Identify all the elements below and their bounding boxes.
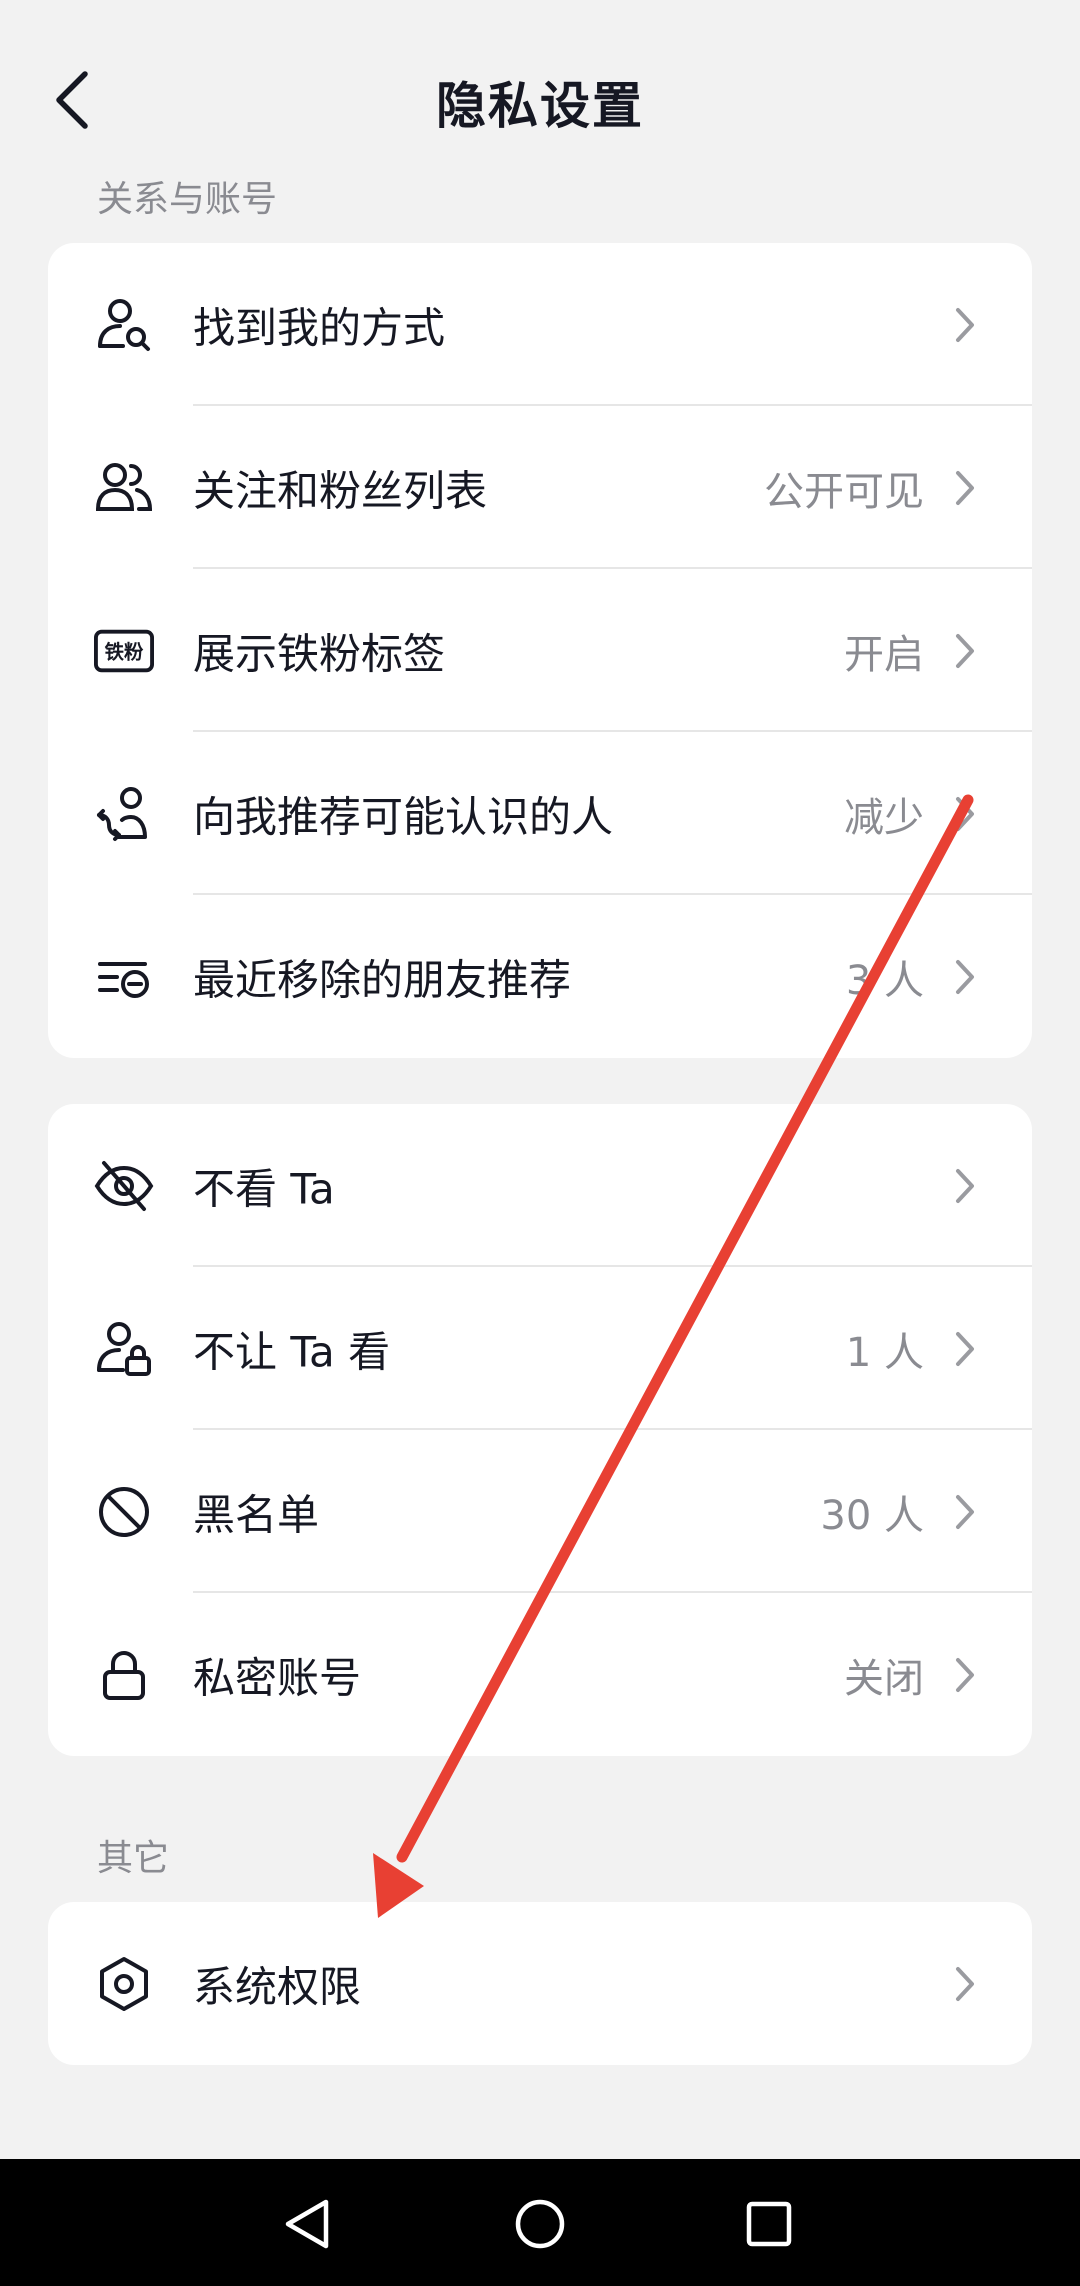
chevron-right-icon [950,1164,980,1208]
removed-list-icon [94,947,154,1007]
hexagon-gear-icon [94,1954,154,2014]
row-follow-fans-list[interactable]: 关注和粉丝列表 公开可见 [48,406,1032,569]
chevron-right-icon [950,1490,980,1534]
row-label: 私密账号 [193,1653,362,1702]
row-iron-fan-badge[interactable]: 铁粉 展示铁粉标签 开启 [48,569,1032,732]
row-dont-see-ta[interactable]: 不看 Ta [48,1104,1032,1267]
row-system-permissions[interactable]: 系统权限 [48,1902,1032,2065]
person-recommend-icon [94,784,154,844]
chevron-right-icon [950,303,980,347]
settings-card-visibility: 不看 Ta 不让 Ta 看 1 人 黑名单 30 人 私密账号 关闭 [48,1104,1032,1756]
section-label-relations: 关系与账号 [97,179,278,220]
triangle-back-icon [285,2199,329,2249]
circle-home-icon [515,2199,565,2249]
chevron-right-icon [950,955,980,999]
row-label: 找到我的方式 [193,303,446,352]
row-recommend-people[interactable]: 向我推荐可能认识的人 减少 [48,732,1032,895]
settings-card-other: 系统权限 [48,1902,1032,2065]
page-title: 隐私设置 [436,77,644,135]
svg-text:铁粉: 铁粉 [105,640,144,663]
block-icon [94,1482,154,1542]
row-label: 不看 Ta [193,1164,335,1213]
nav-back-button[interactable] [263,2179,353,2269]
square-recents-icon [746,2201,792,2247]
row-label: 向我推荐可能认识的人 [193,792,614,841]
nav-recents-button[interactable] [724,2179,814,2269]
person-search-icon [94,295,154,355]
chevron-right-icon [950,629,980,673]
lock-icon [94,1645,154,1705]
row-label: 最近移除的朋友推荐 [193,955,572,1004]
row-label: 展示铁粉标签 [193,629,446,678]
iron-fan-badge-icon: 铁粉 [94,621,154,681]
row-value: 关闭 [844,1655,924,1702]
nav-home-button[interactable] [495,2179,585,2269]
row-label: 系统权限 [193,1962,362,2011]
chevron-right-icon [950,1653,980,1697]
person-lock-icon [94,1319,154,1379]
eye-slash-icon [94,1156,154,1216]
row-label: 不让 Ta 看 [193,1327,391,1376]
row-value: 公开可见 [764,468,924,515]
row-dont-let-ta-see[interactable]: 不让 Ta 看 1 人 [48,1267,1032,1430]
row-value: 3 人 [845,957,924,1004]
chevron-right-icon [950,466,980,510]
row-value: 减少 [844,794,924,841]
row-blacklist[interactable]: 黑名单 30 人 [48,1430,1032,1593]
row-value: 1 人 [845,1329,924,1376]
section-label-other: 其它 [97,1838,170,1879]
row-label: 关注和粉丝列表 [193,466,488,515]
row-removed-recommendations[interactable]: 最近移除的朋友推荐 3 人 [48,895,1032,1058]
chevron-right-icon [950,792,980,836]
settings-card-relations: 找到我的方式 关注和粉丝列表 公开可见 铁粉 展示铁粉标签 开启 向我推荐可能认… [48,243,1032,1058]
chevron-right-icon [950,1327,980,1371]
header: 隐私设置 [0,0,1080,170]
row-value: 30 人 [820,1492,924,1539]
row-private-account[interactable]: 私密账号 关闭 [48,1593,1032,1756]
row-label: 黑名单 [193,1490,320,1539]
row-find-me[interactable]: 找到我的方式 [48,243,1032,406]
chevron-right-icon [950,1962,980,2006]
people-icon [94,458,154,518]
row-value: 开启 [844,631,924,678]
system-navigation-bar [0,2159,1080,2286]
